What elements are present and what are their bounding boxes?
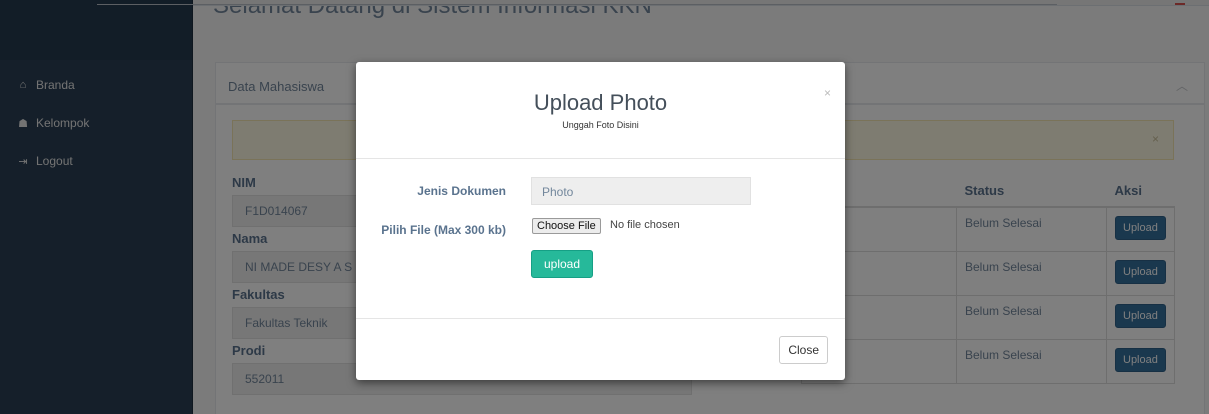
jenis-dokumen-field[interactable]: Photo bbox=[531, 177, 751, 205]
close-button[interactable]: Close bbox=[779, 336, 828, 364]
upload-photo-modal: Upload Photo Unggah Foto Disini × Jenis … bbox=[356, 62, 845, 380]
modal-body: Jenis Dokumen Photo Pilih File (Max 300 … bbox=[356, 159, 845, 319]
modal-subtitle: Unggah Foto Disini bbox=[562, 120, 639, 130]
upload-submit-button[interactable]: upload bbox=[531, 250, 593, 278]
pilih-file-label: Pilih File (Max 300 kb) bbox=[381, 223, 506, 237]
close-icon[interactable]: × bbox=[824, 86, 831, 100]
modal-header: Upload Photo Unggah Foto Disini × bbox=[356, 62, 845, 159]
file-status-text: No file chosen bbox=[610, 219, 680, 231]
choose-file-button[interactable]: Choose File bbox=[532, 218, 601, 234]
modal-title: Upload Photo bbox=[533, 90, 668, 115]
modal-footer: Close bbox=[356, 319, 845, 379]
jenis-dokumen-label: Jenis Dokumen bbox=[417, 184, 506, 198]
